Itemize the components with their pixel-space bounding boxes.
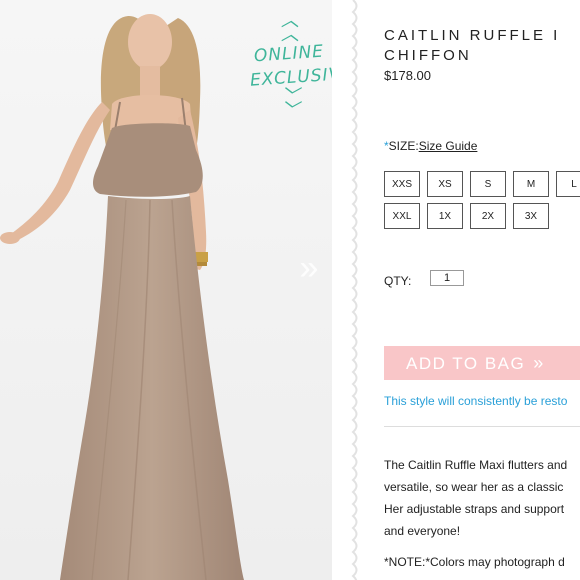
chevron-down-icon: ﹀ ﹀ (281, 86, 299, 121)
size-option-button[interactable]: XS (427, 171, 463, 197)
quantity-label: QTY: (384, 274, 412, 288)
product-title-line2: CHIFFON (384, 47, 472, 64)
double-chevron-right-icon: » (533, 352, 545, 373)
size-label: SIZE: (388, 139, 419, 153)
badge-line-exclusive: EXCLUSIVE (249, 63, 332, 91)
size-option-button[interactable]: XXL (384, 203, 420, 229)
size-option-button[interactable]: 2X (470, 203, 506, 229)
product-price: $178.00 (384, 68, 431, 83)
product-description: The Caitlin Ruffle Maxi flutters and ver… (384, 454, 580, 542)
size-option-button[interactable]: S (470, 171, 506, 197)
size-guide-link[interactable]: Size Guide (419, 139, 478, 153)
add-to-bag-label: ADD TO BAG (406, 353, 526, 373)
divider-line (384, 426, 580, 427)
size-option-button[interactable]: 3X (513, 203, 549, 229)
chevron-up-icon: ︿ ︿ (281, 10, 299, 45)
quantity-input[interactable] (430, 270, 464, 286)
next-image-arrow[interactable]: » (292, 248, 326, 288)
online-exclusive-badge: ︿ ︿ ONLINE EXCLUSIVE ﹀ ﹀ (249, 10, 332, 121)
double-chevron-right-icon: » (299, 249, 319, 287)
restock-note: This style will consistently be resto (384, 394, 568, 408)
product-title: CAITLIN RUFFLE I CHIFFON (384, 26, 580, 66)
scalloped-divider (351, 0, 358, 580)
color-note: *NOTE:*Colors may photograph d (384, 555, 565, 569)
product-photo: ︿ ︿ ONLINE EXCLUSIVE ﹀ ﹀ » (0, 0, 332, 580)
size-label-row: *SIZE:Size Guide (384, 139, 477, 153)
description-line: Her adjustable straps and support (384, 502, 565, 516)
description-line: The Caitlin Ruffle Maxi flutters and (384, 458, 568, 472)
add-to-bag-button[interactable]: ADD TO BAG » (384, 346, 580, 380)
product-title-line1: CAITLIN RUFFLE I (384, 27, 561, 44)
product-info-panel: CAITLIN RUFFLE I CHIFFON $178.00 *SIZE:S… (384, 0, 580, 580)
size-option-button[interactable]: XXS (384, 171, 420, 197)
size-option-button[interactable]: 1X (427, 203, 463, 229)
description-line: and everyone! (384, 524, 461, 538)
description-line: versatile, so wear her as a classic (384, 480, 564, 494)
size-option-button[interactable]: M (513, 171, 549, 197)
size-option-button[interactable]: L (556, 171, 580, 197)
